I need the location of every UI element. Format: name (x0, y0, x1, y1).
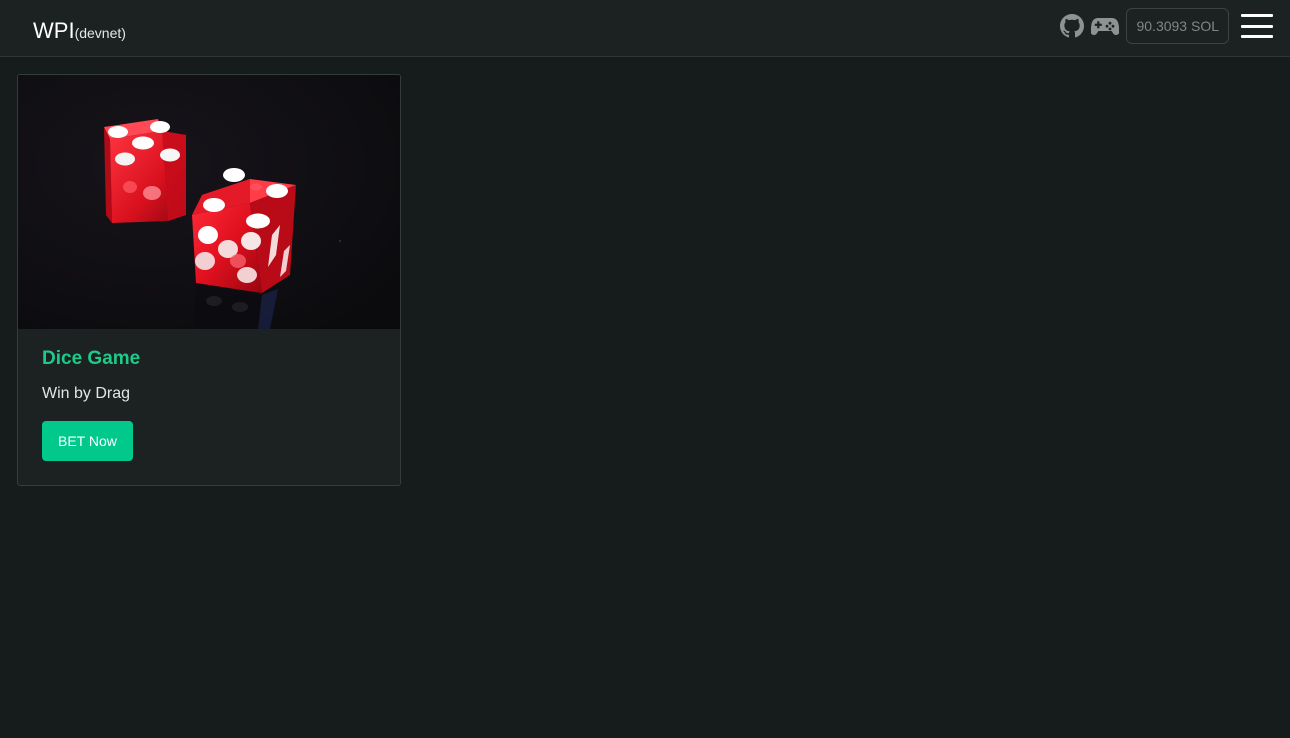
wallet-balance[interactable]: 90.3093 SOL (1126, 8, 1229, 44)
brand-logo[interactable]: WPI(devnet) (33, 17, 126, 47)
gamepad-icon[interactable] (1090, 12, 1120, 40)
card-title: Dice Game (42, 348, 141, 369)
dice-image (18, 75, 400, 329)
menu-bar (1241, 24, 1273, 28)
menu-bar (1241, 14, 1273, 17)
game-card: Dice Game Win by Drag BET Now (17, 74, 401, 486)
left-die (104, 119, 186, 223)
menu-bar (1241, 35, 1273, 38)
hamburger-menu-icon[interactable] (1241, 14, 1273, 38)
bet-now-button[interactable]: BET Now (42, 421, 133, 461)
brand-network: (devnet) (74, 25, 126, 41)
card-subtitle: Win by Drag (42, 385, 131, 402)
top-navbar: WPI(devnet) 90.3093 SOL (0, 0, 1290, 57)
navbar-actions: 90.3093 SOL (1058, 7, 1273, 45)
github-icon[interactable] (1058, 12, 1086, 40)
brand-name: WPI (33, 18, 75, 43)
